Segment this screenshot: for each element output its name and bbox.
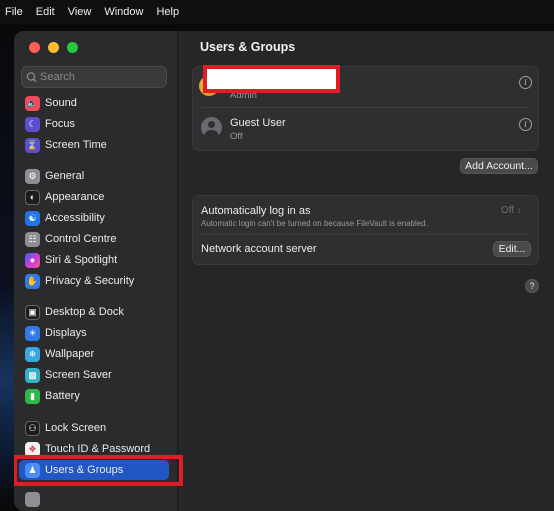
sidebar-item-accessibility[interactable]: ☯ Accessibility <box>19 208 169 228</box>
sidebar-item-label: Control Centre <box>45 233 117 245</box>
hand-icon: ✋ <box>25 273 40 289</box>
dock-icon: ▣ <box>25 304 40 320</box>
sidebar-item-wallpaper[interactable]: ❄ Wallpaper <box>19 344 169 364</box>
sidebar-item-appearance[interactable]: ◐ Appearance <box>19 187 169 207</box>
screensaver-icon: ▩ <box>25 367 40 383</box>
zoom-button[interactable] <box>67 42 78 53</box>
add-account-button[interactable]: Add Account... <box>460 158 538 174</box>
sidebar-item-label: General <box>45 170 85 182</box>
help-button[interactable]: ? <box>525 279 539 293</box>
auto-login-select[interactable]: Off ↕ <box>501 205 521 216</box>
sidebar-item-label: Accessibility <box>45 212 105 224</box>
sidebar-item-next[interactable] <box>19 489 169 509</box>
sidebar-item-siri-spotlight[interactable]: ● Siri & Spotlight <box>19 250 169 270</box>
menu-bar: File Edit View Window Help <box>0 0 554 24</box>
sidebar-item-sound[interactable]: 🔈 Sound <box>19 93 169 113</box>
sidebar-item-desktop-dock[interactable]: ▣ Desktop & Dock <box>19 302 169 322</box>
guest-avatar <box>201 117 222 138</box>
search-field[interactable] <box>21 66 167 88</box>
sidebar-item-lock-screen[interactable]: ⚇ Lock Screen <box>19 418 169 438</box>
accessibility-icon: ☯ <box>25 210 40 226</box>
speaker-icon: 🔈 <box>25 95 40 111</box>
toggles-icon: ☷ <box>25 231 40 247</box>
search-input[interactable] <box>40 71 150 83</box>
sidebar-item-label: Siri & Spotlight <box>45 254 118 266</box>
sun-icon: ☀ <box>25 325 40 341</box>
menu-help[interactable]: Help <box>151 6 187 18</box>
sidebar-item-label: Appearance <box>45 191 105 203</box>
system-settings-window: 🔈 Sound ☾ Focus ⌛ Screen Time ⚙ General … <box>14 31 554 511</box>
sidebar-item-label: Battery <box>45 390 80 402</box>
gear-icon: ⚙ <box>25 168 40 184</box>
sidebar-item-label: Wallpaper <box>45 348 95 360</box>
menu-window[interactable]: Window <box>99 6 151 18</box>
info-icon[interactable]: i <box>519 76 532 89</box>
moon-icon: ☾ <box>25 116 40 132</box>
sidebar-item-label: Touch ID & Password <box>45 443 151 455</box>
sidebar-item-label: Displays <box>45 327 87 339</box>
battery-icon: ▮ <box>25 388 40 404</box>
edit-button[interactable]: Edit... <box>493 241 531 257</box>
minimize-button[interactable] <box>48 42 59 53</box>
sidebar-item-general[interactable]: ⚙ General <box>19 166 169 186</box>
sidebar-item-label: Sound <box>45 97 77 109</box>
sidebar-item-battery[interactable]: ▮ Battery <box>19 386 169 406</box>
sidebar-item-control-centre[interactable]: ☷ Control Centre <box>19 229 169 249</box>
info-icon[interactable]: i <box>519 118 532 131</box>
chevron-updown-icon: ↕ <box>516 206 521 215</box>
appearance-icon: ◐ <box>25 189 40 205</box>
redaction-annotation <box>203 65 340 93</box>
guest-user-name: Guest User <box>230 117 286 129</box>
sidebar-item-label: Screen Saver <box>45 369 112 381</box>
sidebar-item-displays[interactable]: ☀ Displays <box>19 323 169 343</box>
sidebar: 🔈 Sound ☾ Focus ⌛ Screen Time ⚙ General … <box>14 31 183 511</box>
siri-icon: ● <box>25 252 40 268</box>
search-icon <box>26 72 37 83</box>
snowflake-icon: ❄ <box>25 346 40 362</box>
auto-login-note: Automatic login can't be turned on becau… <box>201 219 428 228</box>
sidebar-item-screen-time[interactable]: ⌛ Screen Time <box>19 135 169 155</box>
sidebar-item-label: Screen Time <box>45 139 107 151</box>
traffic-lights <box>29 42 78 53</box>
page-title: Users & Groups <box>200 40 296 54</box>
divider <box>201 107 530 108</box>
sidebar-item-focus[interactable]: ☾ Focus <box>19 114 169 134</box>
sidebar-item-icon <box>25 491 40 507</box>
sidebar-item-label: Privacy & Security <box>45 275 135 287</box>
close-button[interactable] <box>29 42 40 53</box>
guest-user-status: Off <box>230 131 243 142</box>
menu-view[interactable]: View <box>63 6 100 18</box>
login-options: Automatically log in as Automatic login … <box>192 195 539 265</box>
sidebar-item-label: Focus <box>45 118 75 130</box>
lock-icon: ⚇ <box>25 420 40 436</box>
network-server-label: Network account server <box>201 243 317 255</box>
hourglass-icon: ⌛ <box>25 137 40 153</box>
sidebar-item-label: Lock Screen <box>45 422 107 434</box>
menu-edit[interactable]: Edit <box>31 6 63 18</box>
menu-file[interactable]: File <box>0 6 31 18</box>
sidebar-item-screen-saver[interactable]: ▩ Screen Saver <box>19 365 169 385</box>
auto-login-value: Off <box>501 205 515 216</box>
highlight-annotation <box>14 455 183 486</box>
divider <box>201 234 530 235</box>
auto-login-label: Automatically log in as <box>201 205 311 217</box>
sidebar-item-label: Desktop & Dock <box>45 306 124 318</box>
sidebar-item-privacy-security[interactable]: ✋ Privacy & Security <box>19 271 169 291</box>
